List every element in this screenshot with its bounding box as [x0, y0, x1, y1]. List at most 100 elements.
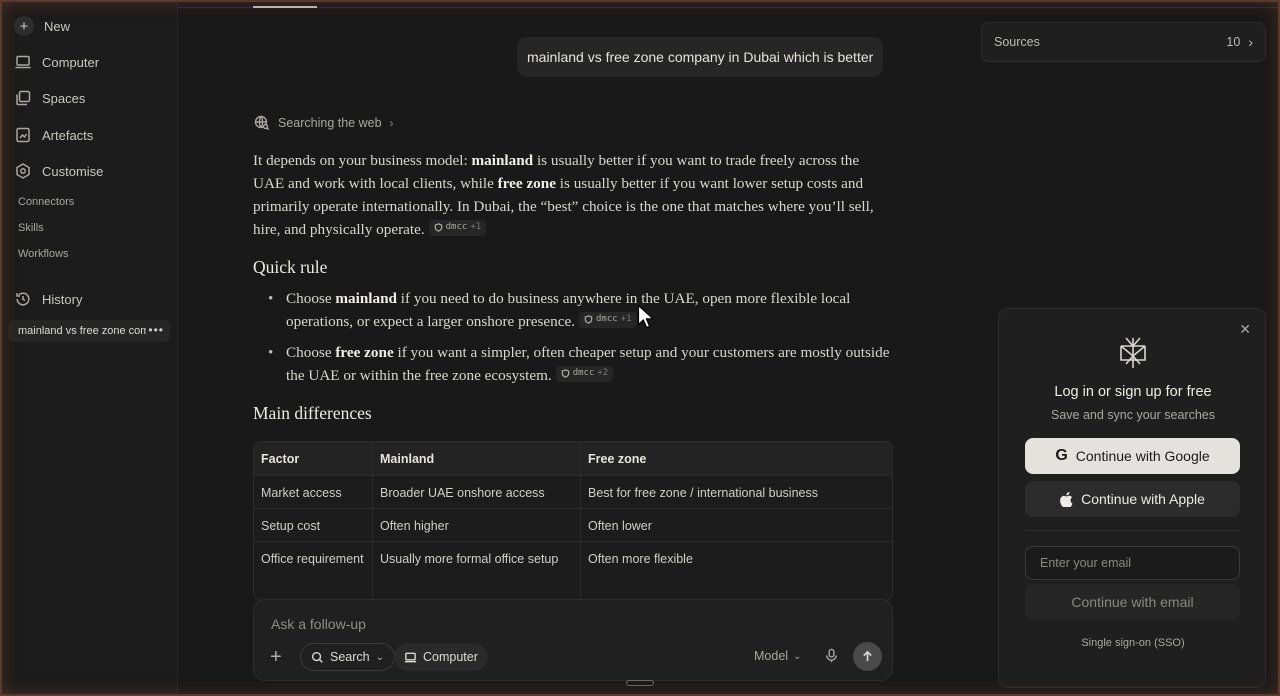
table-cell: Setup cost — [261, 519, 321, 533]
user-query-bubble: mainland vs free zone company in Dubai w… — [517, 37, 884, 77]
citation-extra-count: +1 — [470, 222, 482, 232]
sidebar-subitem-workflows[interactable]: Workflows — [18, 248, 69, 260]
search-status-text: Searching the web — [278, 116, 382, 130]
table-row: Setup cost Often higher Often lower — [254, 509, 892, 542]
section-heading-main-differences: Main differences — [253, 403, 372, 423]
apple-icon — [1060, 491, 1073, 507]
computer-mode-button[interactable]: Computer — [394, 643, 488, 671]
list-item: Choose free zone if you want a simpler, … — [266, 341, 896, 387]
login-title: Log in or sign up for free — [1054, 384, 1212, 400]
table-column-divider — [372, 442, 373, 600]
login-subtitle: Save and sync your searches — [1051, 408, 1215, 422]
user-query-text: mainland vs free zone company in Dubai w… — [527, 49, 874, 65]
follow-up-composer[interactable]: Ask a follow-up + Search ⌄ Computer Mode… — [253, 599, 893, 681]
sidebar: + New Computer Spaces Artefacts Customis… — [0, 0, 178, 696]
citation-extra-count: +1 — [620, 314, 632, 324]
sidebar-item-label: History — [42, 291, 83, 307]
history-entry[interactable]: mainland vs free zone company in Dubai w… — [8, 320, 170, 342]
section-heading-quick-rule: Quick rule — [253, 257, 328, 277]
microphone-button[interactable] — [824, 648, 839, 668]
table-cell: Market access — [261, 486, 342, 500]
continue-with-apple-button[interactable]: Continue with Apple — [1025, 481, 1240, 517]
sso-link[interactable]: Single sign-on (SSO) — [999, 637, 1267, 649]
shield-icon — [584, 315, 593, 324]
send-button[interactable] — [853, 642, 882, 671]
table-header-cell: Mainland — [380, 452, 435, 466]
shield-icon — [434, 223, 442, 232]
answer-bold: mainland — [335, 290, 397, 307]
answer-bold: free zone — [335, 344, 394, 361]
new-button[interactable]: + New — [14, 15, 70, 37]
google-button-label: Continue with Google — [1075, 448, 1210, 464]
apple-button-label: Continue with Apple — [1081, 491, 1205, 507]
sources-count: 10 — [1226, 35, 1241, 49]
answer-bold: free zone — [497, 175, 556, 192]
sidebar-item-label: Spaces — [42, 90, 86, 106]
table-header-cell: Factor — [261, 452, 300, 466]
history-icon — [16, 292, 30, 306]
globe-search-icon — [254, 115, 270, 131]
citation-extra-count: +2 — [597, 368, 609, 378]
search-mode-button[interactable]: Search ⌄ — [300, 643, 395, 671]
answer-text: Choose — [286, 290, 336, 307]
table-column-divider — [580, 442, 581, 600]
model-selector[interactable]: Model ⌄ — [754, 649, 801, 663]
sidebar-item-artefacts[interactable]: Artefacts — [14, 124, 93, 146]
table-cell: Often more flexible — [588, 552, 693, 566]
sidebar-item-label: Computer — [42, 54, 100, 70]
close-icon[interactable]: ✕ — [1239, 321, 1251, 338]
follow-up-input[interactable]: Ask a follow-up — [271, 616, 366, 632]
divider — [1025, 530, 1240, 531]
answer-text: Choose — [286, 344, 336, 361]
tab-bar-divider — [178, 7, 1280, 8]
microphone-icon — [826, 648, 837, 663]
new-label: New — [44, 18, 71, 34]
history-entry-title: mainland vs free zone company in Dubai w… — [18, 325, 146, 337]
sidebar-item-label: Artefacts — [42, 127, 94, 143]
chevron-right-icon: › — [1248, 34, 1253, 50]
list-item: Choose mainland if you need to do busine… — [266, 287, 896, 333]
artefacts-icon — [16, 127, 30, 143]
customise-icon — [16, 163, 30, 179]
sidebar-item-computer[interactable]: Computer — [14, 51, 99, 73]
sidebar-item-history[interactable]: History — [14, 288, 82, 310]
sidebar-subitem-skills[interactable]: Skills — [18, 222, 44, 234]
continue-with-google-button[interactable]: G Continue with Google — [1025, 438, 1240, 474]
table-cell: Usually more formal office setup — [380, 552, 559, 566]
spaces-icon — [16, 90, 31, 106]
table-cell: Best for free zone / international busin… — [588, 486, 818, 500]
sidebar-item-label: Customise — [42, 163, 104, 179]
table-row: Market access Broader UAE onshore access… — [254, 476, 892, 509]
citation-chip[interactable]: dmcc +1 — [579, 311, 637, 328]
citation-source: dmcc — [596, 314, 618, 324]
search-icon — [311, 651, 323, 663]
table-cell: Often higher — [380, 519, 449, 533]
answer-paragraph: It depends on your business model: mainl… — [253, 149, 893, 241]
sidebar-subitem-connectors[interactable]: Connectors — [18, 196, 74, 208]
arrow-up-icon — [863, 650, 872, 662]
plus-icon: + — [14, 16, 34, 36]
sidebar-item-customise[interactable]: Customise — [14, 160, 103, 182]
quick-rule-list: Choose mainland if you need to do busine… — [266, 287, 896, 395]
sidebar-item-spaces[interactable]: Spaces — [14, 87, 85, 109]
chevron-down-icon: ⌄ — [793, 650, 802, 662]
citation-chip[interactable]: dmcc +2 — [555, 365, 614, 382]
active-tab-indicator[interactable] — [253, 6, 317, 8]
email-field[interactable] — [1025, 546, 1240, 580]
resize-handle[interactable] — [626, 680, 654, 686]
comparison-table: Factor Mainland Free zone Market access … — [253, 441, 893, 601]
citation-chip[interactable]: dmcc +1 — [428, 219, 487, 236]
table-header-row: Factor Mainland Free zone — [254, 442, 892, 476]
google-icon: G — [1055, 447, 1068, 464]
more-options-icon[interactable]: ••• — [148, 323, 164, 337]
sources-label: Sources — [994, 35, 1040, 49]
email-button-label: Continue with email — [1071, 594, 1194, 610]
search-status[interactable]: Searching the web › — [254, 115, 394, 131]
table-cell: Office requirement — [261, 552, 364, 566]
continue-with-email-button[interactable]: Continue with email — [1025, 584, 1240, 620]
sources-button[interactable]: Sources 10 › — [981, 22, 1266, 62]
chevron-right-icon: › — [389, 116, 394, 130]
app-logo-icon — [1120, 337, 1146, 368]
login-panel: ✕ Log in or sign up for free Save and sy… — [998, 308, 1266, 688]
attach-plus-icon[interactable]: + — [270, 647, 282, 667]
